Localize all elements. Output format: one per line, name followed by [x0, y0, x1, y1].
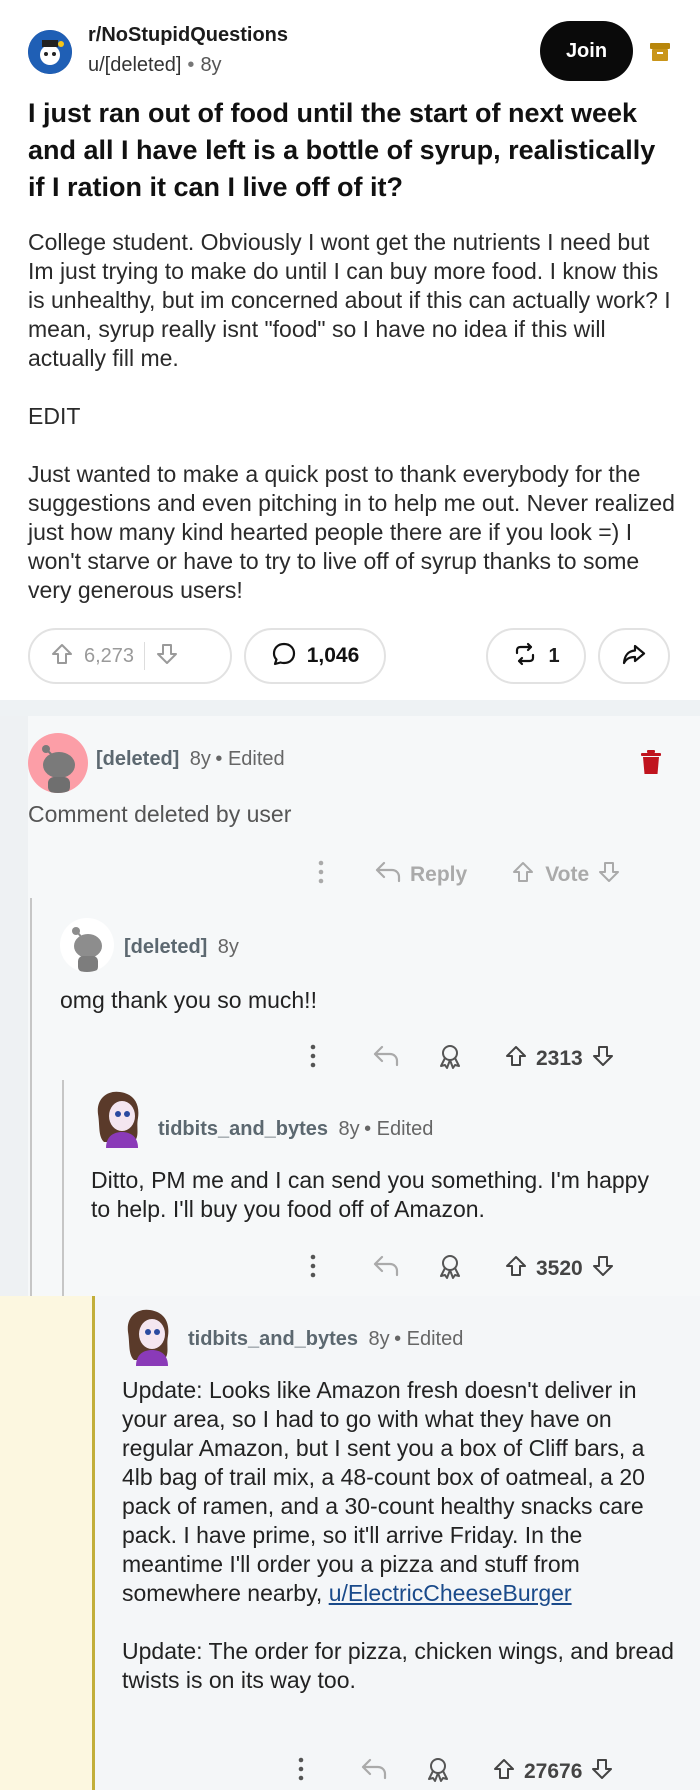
upvote-icon[interactable]	[492, 1757, 516, 1787]
comment-text-part: Update: Looks like Amazon fresh doesn't …	[122, 1377, 645, 1606]
post-age: 8y	[200, 54, 222, 76]
more-options-icon[interactable]	[314, 858, 328, 892]
comment-age: 8y	[217, 936, 239, 958]
comment-text: Ditto, PM me and I can send you somethin…	[91, 1167, 649, 1222]
downvote-icon[interactable]	[155, 642, 179, 671]
section-divider	[0, 700, 700, 716]
reply-icon[interactable]	[374, 860, 402, 890]
comment-text: Update: Looks like Amazon fresh doesn't …	[122, 1376, 674, 1695]
vote-separator	[144, 642, 146, 670]
share-button[interactable]	[598, 628, 670, 684]
vote-pill: 6,273	[28, 628, 232, 684]
comment-author[interactable]: [deleted]	[96, 748, 179, 770]
comments-button[interactable]: 1,046	[244, 628, 386, 684]
award-icon[interactable]	[436, 1252, 464, 1286]
thread-line[interactable]	[30, 898, 32, 1296]
join-button[interactable]: Join	[540, 21, 633, 81]
user-link[interactable]: u/ElectricCheeseBurger	[329, 1580, 572, 1606]
award-icon[interactable]	[436, 1042, 464, 1076]
comment-actions: 27676	[294, 1755, 614, 1789]
post-body: College student. Obviously I wont get th…	[28, 228, 678, 605]
edited-label: Edited	[406, 1328, 464, 1350]
archive-icon	[648, 40, 672, 64]
highlight-bar	[92, 1296, 95, 1790]
score: 3520	[536, 1257, 583, 1280]
avatar[interactable]	[28, 733, 88, 793]
crosspost-count: 1	[548, 644, 560, 667]
reply-button[interactable]: Reply	[410, 863, 467, 887]
comment-author[interactable]: [deleted]	[124, 936, 207, 958]
comment-age: 8y	[338, 1118, 360, 1140]
reply-icon[interactable]	[372, 1044, 400, 1074]
avatar[interactable]	[90, 1084, 150, 1148]
comment-text: omg thank you so much!!	[60, 987, 317, 1013]
comment-header: [deleted] 8y • Edited	[96, 748, 285, 770]
more-options-icon[interactable]	[294, 1755, 308, 1789]
more-options-icon[interactable]	[306, 1042, 320, 1076]
more-options-icon[interactable]	[306, 1252, 320, 1286]
comment-actions: 3520	[306, 1252, 615, 1286]
upvote-icon[interactable]	[511, 860, 535, 890]
award-icon[interactable]	[424, 1755, 452, 1789]
comment-age: 8y	[189, 748, 211, 770]
comment-author[interactable]: tidbits_and_bytes	[188, 1328, 358, 1350]
comment-icon	[271, 641, 297, 672]
highlight-band	[0, 1296, 95, 1790]
post-meta: u/[deleted] • 8y	[88, 54, 222, 76]
comment-text-part: Update: The order for pizza, chicken win…	[122, 1638, 674, 1693]
comment-actions: Reply Vote	[314, 858, 621, 892]
comment-header: tidbits_and_bytes 8y • Edited	[188, 1328, 464, 1350]
downvote-icon[interactable]	[591, 1254, 615, 1284]
score: 27676	[524, 1760, 583, 1783]
comment-header: tidbits_and_bytes 8y • Edited	[158, 1118, 434, 1140]
score: 2313	[536, 1047, 583, 1070]
comment-age: 8y	[368, 1328, 390, 1350]
reply-icon[interactable]	[360, 1757, 388, 1787]
post-body-paragraph: Just wanted to make a quick post to than…	[28, 461, 675, 603]
share-icon	[621, 641, 647, 672]
downvote-icon[interactable]	[597, 860, 621, 890]
thread-line[interactable]	[62, 1080, 64, 1296]
post-author[interactable]: u/[deleted]	[88, 54, 181, 76]
upvote-icon[interactable]	[504, 1044, 528, 1074]
comment-actions: 2313	[306, 1042, 615, 1076]
upvote-icon[interactable]	[504, 1254, 528, 1284]
comment-count: 1,046	[306, 644, 360, 667]
post-body-paragraph: College student. Obviously I wont get th…	[28, 229, 671, 371]
vote-label: Vote	[545, 863, 590, 886]
subreddit-name[interactable]: r/NoStupidQuestions	[88, 24, 288, 47]
comment-text: Comment deleted by user	[28, 801, 292, 827]
reply-icon[interactable]	[372, 1254, 400, 1284]
vote-count: 6,273	[84, 644, 135, 667]
delete-icon[interactable]	[638, 748, 664, 776]
post: r/NoStupidQuestions u/[deleted] • 8y Join …	[0, 0, 700, 705]
edited-label: Edited	[227, 748, 285, 770]
downvote-icon[interactable]	[590, 1757, 614, 1787]
thread-rail	[0, 716, 28, 1296]
post-title: I just ran out of food until the start o…	[28, 98, 656, 202]
downvote-icon[interactable]	[591, 1044, 615, 1074]
post-body-paragraph: EDIT	[28, 403, 81, 429]
comment-header: [deleted] 8y	[124, 936, 239, 959]
crosspost-button[interactable]: 1	[486, 628, 586, 684]
avatar[interactable]	[60, 918, 114, 972]
upvote-icon[interactable]	[50, 642, 74, 671]
avatar[interactable]	[120, 1296, 180, 1366]
crosspost-icon	[512, 641, 538, 672]
comment-author[interactable]: tidbits_and_bytes	[158, 1118, 328, 1140]
subreddit-icon[interactable]	[28, 30, 72, 74]
edited-label: Edited	[376, 1118, 434, 1140]
